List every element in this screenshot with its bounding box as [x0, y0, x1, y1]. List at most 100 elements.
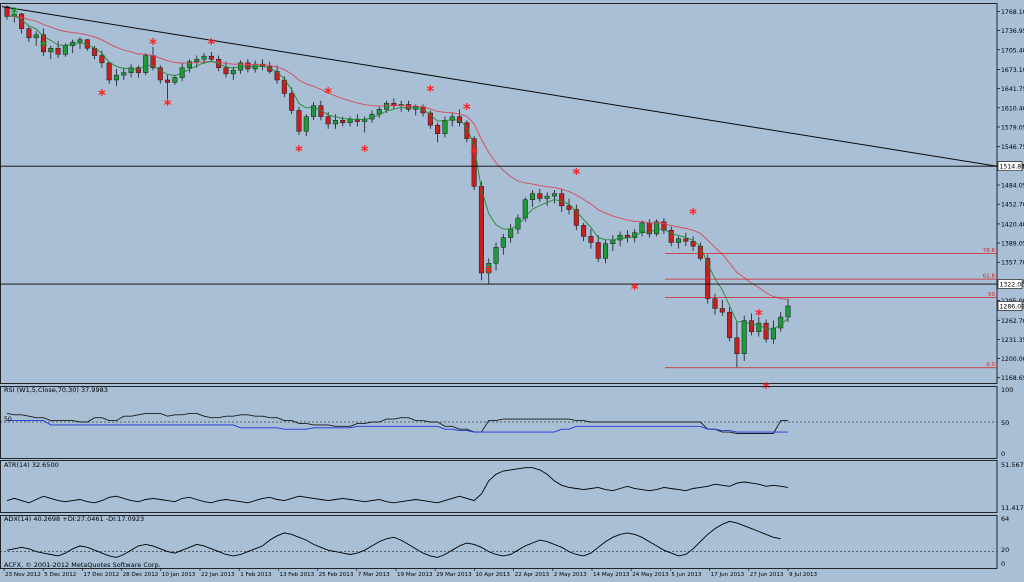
date-tick-label: 27 Jun 2013 — [750, 572, 784, 578]
date-tick-label: 10 Jan 2013 — [162, 572, 196, 578]
date-tick-label: 22 Jan 2013 — [201, 572, 235, 578]
panel-frame — [1, 461, 998, 513]
candle-bear — [559, 194, 564, 206]
candle-bull — [34, 35, 39, 38]
date-tick-label: 28 Dec 2012 — [123, 572, 159, 578]
price-tick-label: 1705.40 — [1001, 47, 1024, 54]
date-tick-label: 17 Dec 2012 — [83, 572, 119, 578]
fib-label: 78.6 — [983, 248, 996, 254]
fractal-marker: * — [207, 35, 215, 53]
candle-bear — [392, 103, 397, 105]
price-tick-label: 1579.05 — [1001, 124, 1024, 131]
date-tick-label: 24 May 2013 — [632, 572, 669, 578]
price-tick-label: 1420.40 — [1001, 221, 1024, 228]
adx-label-top: 64 — [1001, 515, 1009, 523]
rsi-label-50-left: 50 — [4, 416, 12, 423]
candle-bull — [618, 235, 623, 240]
candle-bull — [552, 194, 557, 196]
candle-bull — [78, 40, 83, 42]
candle-bull — [771, 328, 776, 339]
candle-bear — [589, 236, 594, 242]
price-box-label: 1514.86 — [1000, 164, 1024, 171]
trading-chart-window: 1768.101736.951705.401673.101641.751610.… — [0, 0, 1024, 578]
date-tick-label: 14 May 2013 — [593, 572, 630, 578]
fractal-marker: * — [689, 205, 697, 223]
candle-bull — [603, 244, 608, 259]
date-tick-label: 13 Feb 2013 — [279, 572, 314, 578]
candle-bull — [654, 222, 659, 234]
fractal-marker: * — [762, 379, 770, 397]
candle-bull — [122, 73, 127, 75]
candle-bear — [107, 63, 112, 80]
fractal-marker: * — [295, 142, 303, 160]
candle-bull — [494, 247, 499, 263]
date-tick-label: 5 Jun 2013 — [671, 572, 702, 578]
candle-bull — [348, 119, 353, 123]
candle-bear — [669, 230, 674, 242]
candle-bear — [297, 111, 302, 132]
candle-bull — [778, 317, 783, 328]
fractal-marker: * — [470, 144, 478, 162]
candle-bear — [720, 308, 725, 312]
price-tick-label: 1610.40 — [1001, 105, 1024, 112]
candle-bear — [56, 48, 61, 54]
fib-label: 50 — [988, 292, 995, 298]
candle-bull — [443, 120, 448, 133]
chart-canvas[interactable]: 1768.101736.951705.401673.101641.751610.… — [0, 0, 1024, 578]
candle-bull — [195, 59, 200, 61]
price-tick-label: 1641.75 — [1001, 86, 1024, 93]
price-tick-label: 1452.70 — [1001, 202, 1024, 209]
fractal-marker: * — [10, 4, 18, 22]
candle-bear — [581, 225, 586, 236]
atr-panel — [1, 461, 998, 513]
fractal-marker: * — [361, 142, 369, 160]
price-box-label: 1322.00 — [1000, 282, 1024, 289]
candle-bear — [749, 321, 754, 332]
candle-bull — [742, 321, 747, 354]
candle-bull — [173, 78, 178, 83]
price-tick-label: 1231.35 — [1001, 337, 1024, 344]
fractal-marker: * — [463, 100, 471, 118]
adx-label-bottom: 0 — [1001, 560, 1005, 568]
date-tick-label: 9 Jul 2013 — [789, 572, 818, 578]
date-tick-label: 10 Apr 2013 — [475, 572, 510, 578]
rsi-title: RSI (W1,5,Close,70,30) 37.9983 — [4, 386, 108, 394]
date-tick-label: 19 Mar 2013 — [397, 572, 433, 578]
candle-bear — [224, 68, 229, 74]
candle-bear — [735, 338, 740, 354]
candle-bear — [538, 194, 543, 199]
fractal-marker: * — [755, 306, 763, 324]
date-tick-label: 5 Dec 2012 — [44, 572, 76, 578]
candle-bull — [640, 223, 645, 233]
price-box-label: 1286.09 — [1000, 303, 1024, 310]
adx-title: ADX(14) 40.2698 +DI:27.0461 -DI:17.0923 — [4, 515, 144, 523]
adx-line — [7, 521, 781, 557]
price-tick-label: 1673.10 — [1001, 67, 1024, 74]
candle-bear — [246, 63, 251, 69]
price-tick-label: 1200.00 — [1001, 356, 1024, 363]
date-tick-label: 1 Feb 2013 — [240, 572, 272, 578]
date-tick-label: 23 Nov 2012 — [5, 572, 41, 578]
candle-bear — [27, 29, 32, 38]
candle-bear — [340, 120, 345, 122]
candle-bull — [304, 117, 309, 132]
candle-bear — [289, 93, 294, 110]
panel-frame — [1, 4, 998, 384]
candle-bull — [49, 48, 54, 52]
rsi-panel — [0, 387, 997, 459]
fib-label: 61.8 — [983, 274, 996, 280]
fractal-marker: * — [324, 84, 332, 102]
date-axis: 23 Nov 20125 Dec 2012 17 Dec 2012 28 Dec 2… — [4, 568, 818, 578]
price-tick-label: 1736.95 — [1001, 28, 1024, 35]
fractal-marker: * — [164, 96, 172, 114]
candle-bull — [114, 75, 119, 80]
price-tick-label: 1484.05 — [1001, 183, 1024, 190]
ma-fast-line — [7, 16, 788, 330]
fractal-marker: * — [572, 165, 580, 183]
rsi-label-0: 0 — [1001, 450, 1005, 458]
atr-line — [7, 468, 788, 503]
fractal-marker: * — [631, 280, 639, 298]
candle-bear — [100, 56, 105, 63]
price-panel: 1768.101736.951705.401673.101641.751610.… — [0, 4, 1024, 398]
price-tick-label: 1168.65 — [1001, 375, 1024, 382]
